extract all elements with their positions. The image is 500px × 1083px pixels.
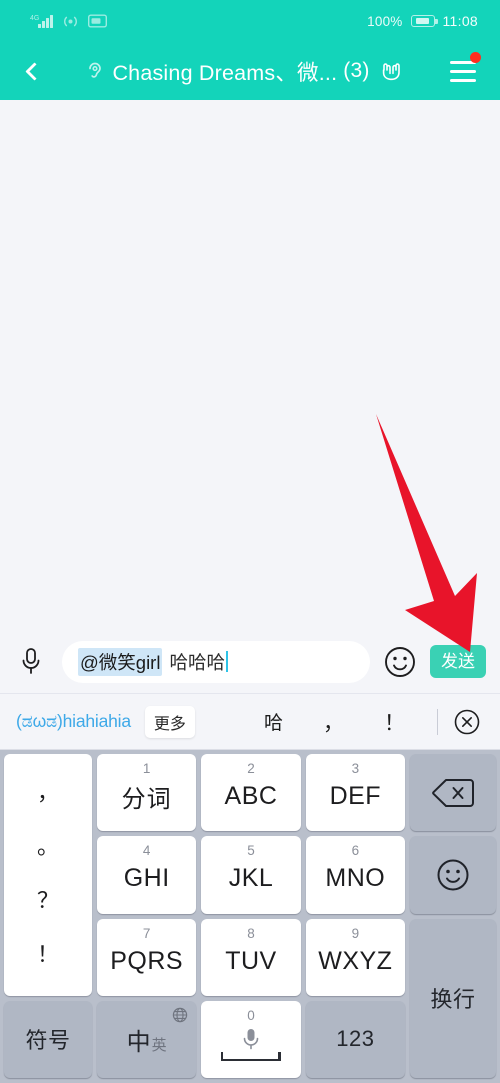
key-number: 8 <box>247 925 255 941</box>
lang-cn-label: 中 <box>126 1028 151 1056</box>
punct-char: 。 <box>36 833 59 859</box>
page-title: Chasing Dreams、微... <box>112 60 338 85</box>
chat-message-area <box>0 100 500 630</box>
member-count: (3) <box>343 59 370 82</box>
candidate-item[interactable]: ， <box>303 707 364 737</box>
phone-screen: 4G 100% 11:08 Chasing Dreams、微... (3) @微… <box>0 0 500 1083</box>
title-bar: Chasing Dreams、微... (3) <box>0 42 500 100</box>
space-key[interactable]: 0 <box>201 1000 301 1078</box>
mention-chip[interactable]: @微笑girl <box>78 647 163 676</box>
divider <box>437 708 438 735</box>
message-text-input[interactable]: @微笑girl 哈哈哈 <box>62 640 370 683</box>
smiley-face-icon <box>385 646 415 677</box>
rock-hand-icon <box>378 58 404 84</box>
key-label: WXYZ <box>318 946 393 975</box>
signal-bars-icon: 4G <box>30 14 53 28</box>
candidate-item[interactable]: 哈 <box>244 708 303 735</box>
status-bar-left-icons: 4G <box>30 14 107 29</box>
key-5-jkl[interactable]: 5 JKL <box>201 836 301 914</box>
key-label: GHI <box>123 864 170 893</box>
send-button[interactable]: 发送 <box>430 645 486 678</box>
emoticon-suggestion[interactable]: (ಡωಡ)hiahiahia <box>16 711 131 732</box>
key-label: 分词 <box>121 786 172 814</box>
more-suggestions-button[interactable]: 更多 <box>144 705 195 738</box>
key-label: 换行 <box>430 987 476 1013</box>
punct-char: ！ <box>36 941 59 967</box>
back-chevron-icon <box>24 61 44 81</box>
lang-en-label: 英 <box>151 1036 167 1054</box>
globe-icon <box>172 1007 188 1028</box>
key-6-mno[interactable]: 6 MNO <box>305 836 405 914</box>
key-3-def[interactable]: 3 DEF <box>305 754 405 832</box>
backspace-delete-icon <box>432 778 474 807</box>
hamburger-menu-button[interactable] <box>442 50 484 92</box>
key-number: 3 <box>351 761 360 776</box>
punctuation-key[interactable]: ， 。 ？ ！ <box>4 754 92 996</box>
punct-char: ， <box>36 779 59 805</box>
enter-newline-key[interactable]: 换行 <box>410 918 496 1078</box>
menu-line <box>450 78 476 82</box>
key-1-fenci[interactable]: 1 分词 <box>97 754 197 832</box>
voice-input-button[interactable] <box>10 640 52 684</box>
sim-card-icon <box>87 14 107 28</box>
battery-icon <box>410 15 438 27</box>
battery-percent-label: 100% <box>367 13 403 29</box>
language-toggle-key[interactable]: 中 英 <box>97 1000 197 1078</box>
close-circle-icon <box>454 709 480 734</box>
key-number: 2 <box>247 761 255 776</box>
candidate-list: 哈 ， ！ <box>244 703 486 741</box>
symbol-key[interactable]: 符号 <box>4 1000 92 1078</box>
smiley-face-icon <box>437 859 469 891</box>
space-bar-indicator <box>220 1053 281 1061</box>
numeric-mode-key[interactable]: 123 <box>305 1000 405 1078</box>
key-number: 1 <box>142 761 151 776</box>
ime-suggestion-bar: (ಡωಡ)hiahiahia 更多 哈 ， ！ <box>0 694 500 750</box>
text-caret <box>225 651 228 672</box>
key-number: 0 <box>247 1007 255 1023</box>
key-label: 123 <box>336 1026 375 1052</box>
punct-char: ？ <box>36 887 59 913</box>
clock-label: 11:08 <box>442 13 478 29</box>
backspace-key[interactable] <box>410 754 496 832</box>
hotspot-icon <box>62 14 79 29</box>
key-7-pqrs[interactable]: 7 PQRS <box>97 918 197 996</box>
language-labels: 中 英 <box>127 1022 167 1057</box>
key-number: 6 <box>351 843 360 859</box>
microphone-icon <box>243 1029 259 1050</box>
candidate-item[interactable]: ！ <box>364 707 425 737</box>
key-number: 5 <box>247 843 255 859</box>
key-label: DEF <box>329 782 382 811</box>
key-label: ABC <box>224 782 278 811</box>
microphone-icon <box>22 647 40 674</box>
ear-listen-icon <box>84 59 106 83</box>
emoji-picker-button[interactable] <box>380 642 420 682</box>
key-number: 7 <box>142 925 151 941</box>
status-bar: 4G 100% 11:08 <box>0 0 500 42</box>
key-label: 符号 <box>25 1028 71 1054</box>
chat-title-group[interactable]: Chasing Dreams、微... (3) <box>46 56 442 87</box>
key-label: MNO <box>325 864 386 893</box>
message-input-bar: @微笑girl 哈哈哈 发送 <box>0 630 500 694</box>
menu-line <box>450 69 476 73</box>
key-number: 9 <box>351 925 360 941</box>
key-label: JKL <box>228 864 274 893</box>
close-keyboard-button[interactable] <box>448 703 486 741</box>
key-number: 4 <box>142 843 151 859</box>
key-8-tuv[interactable]: 8 TUV <box>201 918 301 996</box>
key-2-abc[interactable]: 2 ABC <box>201 754 301 832</box>
key-label: PQRS <box>110 946 184 975</box>
keyboard-emoji-key[interactable] <box>410 836 496 914</box>
key-9-wxyz[interactable]: 9 WXYZ <box>305 918 405 996</box>
key-4-ghi[interactable]: 4 GHI <box>97 836 197 914</box>
status-bar-right-icons: 100% 11:08 <box>367 13 478 29</box>
menu-notification-badge <box>470 52 481 63</box>
key-label: TUV <box>225 946 277 975</box>
numeric-pinyin-keyboard: ， 。 ？ ！ 1 分词 2 ABC 3 DEF 4 GHI 5 JKL 6 M… <box>0 750 500 1083</box>
typed-text: 哈哈哈 <box>169 651 225 673</box>
